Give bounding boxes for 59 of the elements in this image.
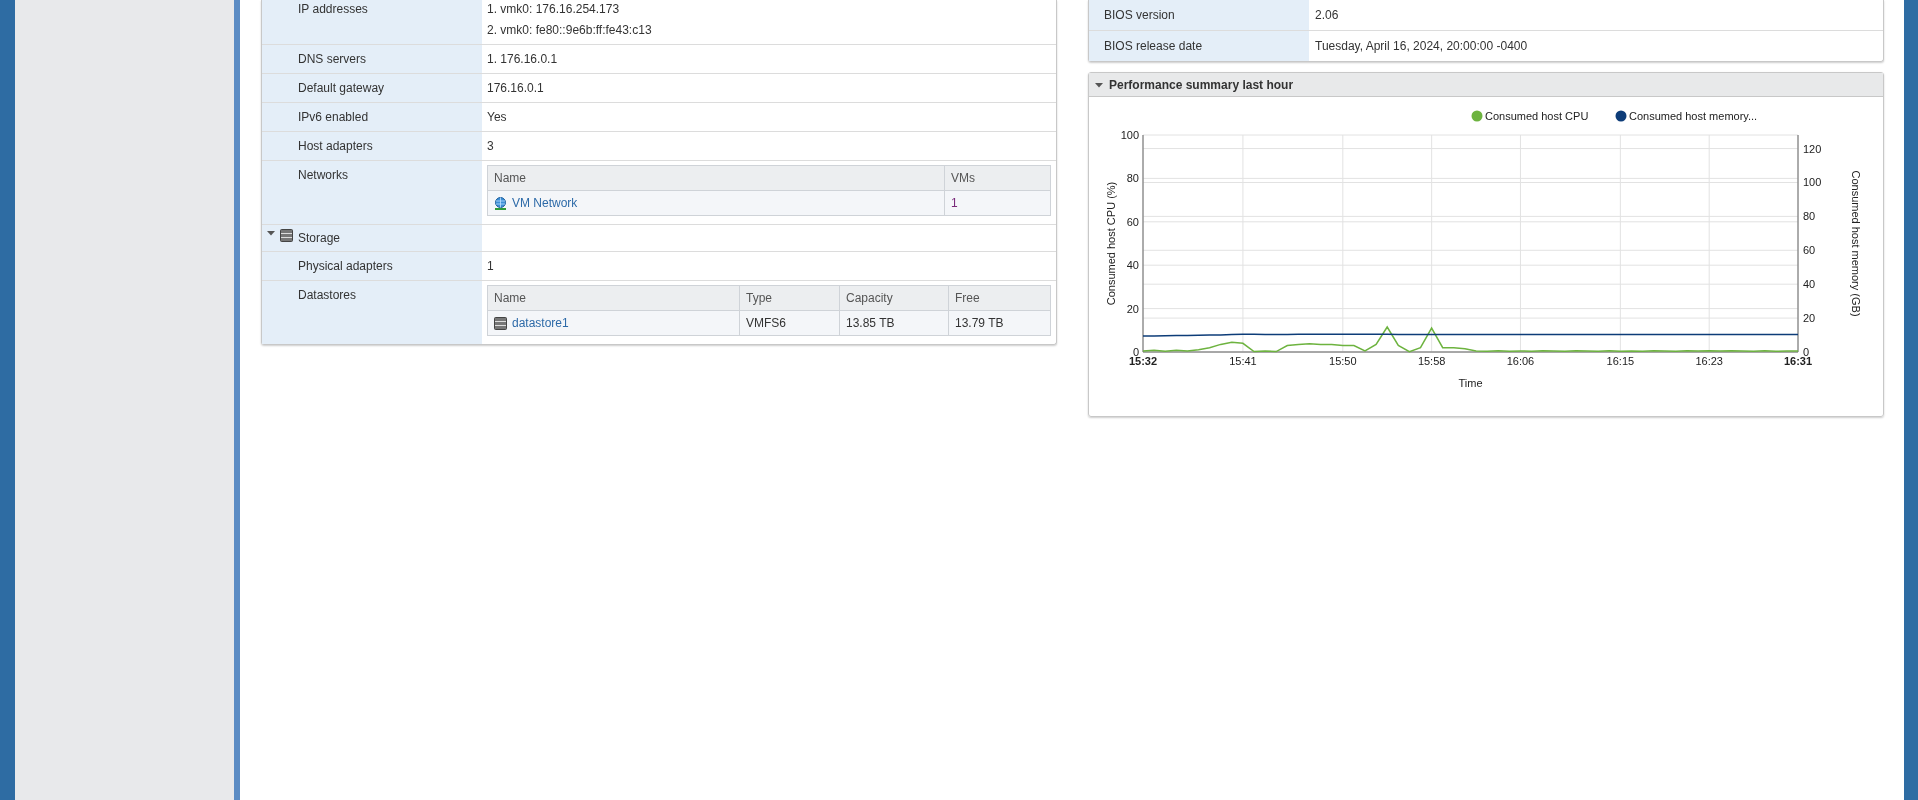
column-header[interactable]: VMs [944, 166, 1050, 190]
field-value: 176.16.0.1 [487, 80, 545, 97]
field-label: DNS servers [298, 51, 366, 68]
field-value: 1. vmk0: 176.16.254.173 [487, 1, 621, 18]
field-label: BIOS version [1089, 0, 1309, 30]
tick-label: 60 [1126, 215, 1139, 228]
table-cell: 13.79 TB [948, 311, 1050, 335]
table-cell: VMFS6 [739, 311, 839, 335]
field-label: Datastores [298, 287, 357, 304]
table-cell: 13.85 TB [839, 311, 948, 335]
column-header[interactable]: Capacity [839, 286, 948, 310]
field-value: 2. vmk0: fe80::9e6b:ff:fe43:c13 [487, 22, 653, 39]
tick-label: 16:06 [1506, 355, 1535, 367]
field-value: 3 [487, 138, 495, 155]
field-label: Host adapters [298, 138, 373, 155]
field-label: IP addresses [298, 1, 368, 18]
tick-label: 15:58 [1417, 355, 1446, 367]
tick-label: 16:31 [1783, 355, 1813, 367]
field-value: Yes [487, 109, 508, 126]
tick-label: 100 [1803, 176, 1822, 189]
column-header[interactable]: Type [739, 286, 839, 310]
tick-label: 0 [1132, 346, 1139, 358]
tick-label: 15:32 [1128, 355, 1158, 367]
column-header[interactable]: Free [948, 286, 1050, 310]
field-label: BIOS release date [1089, 31, 1309, 61]
tick-label: 0 [1803, 346, 1810, 358]
tick-label: 40 [1803, 278, 1816, 291]
item-link[interactable]: datastore1 [512, 314, 569, 332]
field-label: Default gateway [298, 80, 385, 97]
tick-label: 120 [1803, 142, 1822, 155]
tick-label: 80 [1803, 210, 1816, 223]
tick-label: 20 [1126, 302, 1139, 315]
table-cell: 1 [944, 191, 1050, 215]
legend-label: Consumed host CPU [1485, 110, 1589, 122]
field-value: 2.06 [1314, 7, 1340, 24]
tick-label: 20 [1803, 312, 1816, 325]
field-value: 1 [487, 258, 495, 275]
section-heading[interactable]: Storage [298, 229, 341, 247]
tick-label: 40 [1126, 259, 1139, 272]
field-value: Tuesday, April 16, 2024, 20:00:00 -0400 [1314, 38, 1529, 55]
tick-label: 16:23 [1695, 355, 1723, 367]
tick-label: 16:15 [1606, 355, 1635, 367]
field-label: Physical adapters [298, 258, 393, 275]
field-value: 1. 176.16.0.1 [487, 51, 559, 68]
column-header[interactable]: Name [488, 166, 944, 190]
legend-label: Consumed host memory... [1629, 110, 1758, 122]
tick-label: 15:50 [1329, 355, 1357, 367]
tick-label: 100 [1120, 129, 1139, 141]
axis-title: Consumed host memory (GB) [1850, 170, 1862, 317]
field-label: IPv6 enabled [298, 109, 369, 126]
item-link[interactable]: VM Network [512, 194, 578, 212]
axis-title: Consumed host CPU (%) [1105, 181, 1117, 306]
panel-title[interactable]: Performance summary last hour [1109, 75, 1294, 94]
axis-title: Time [1458, 377, 1483, 389]
field-label: Networks [298, 167, 348, 184]
column-header[interactable]: Name [488, 286, 739, 310]
tick-label: 60 [1803, 244, 1816, 257]
tick-label: 80 [1126, 172, 1139, 185]
tick-label: 15:41 [1229, 355, 1257, 367]
